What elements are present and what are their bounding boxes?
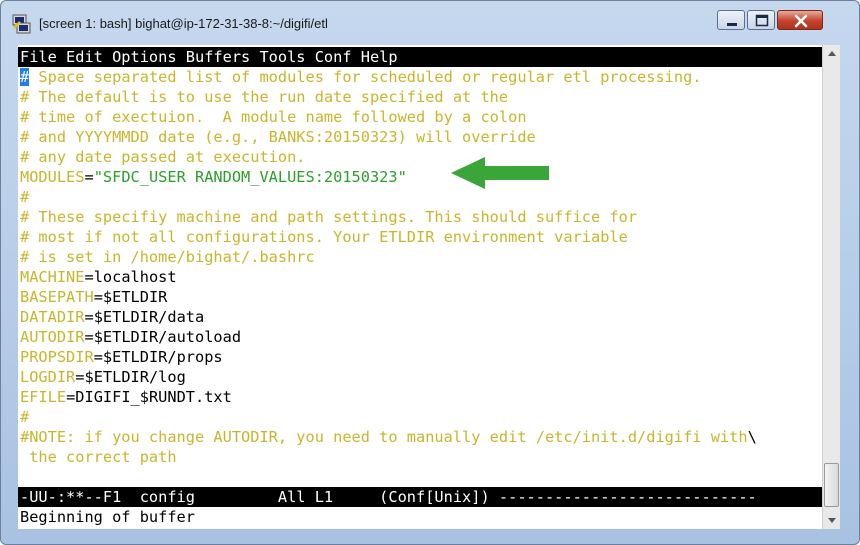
variable-name: DATADIR [20, 308, 85, 326]
maximize-button[interactable] [747, 10, 775, 30]
comment-text: # most if not all configurations. Your E… [20, 228, 628, 246]
scrollbar-thumb[interactable] [824, 463, 839, 507]
buffer-line[interactable]: # most if not all configurations. Your E… [20, 227, 628, 247]
variable-name: MODULES [20, 168, 85, 186]
minimize-button[interactable] [717, 10, 745, 30]
green-arrow-icon [451, 157, 549, 189]
variable-value: $ETLDIR/log [84, 368, 186, 386]
echo-area-text: Beginning of buffer [20, 508, 195, 526]
equals-sign: = [84, 308, 94, 326]
buffer-line[interactable]: MODULES="SFDC_USER RANDOM_VALUES:2015032… [20, 167, 407, 187]
emacs-buffer[interactable]: File Edit Options Buffers Tools Conf Hel… [18, 45, 822, 529]
echo-area: Beginning of buffer [18, 507, 822, 529]
buffer-line[interactable]: DATADIR=$ETLDIR/data [20, 307, 204, 327]
comment-text: Space separated list of modules for sche… [29, 68, 702, 86]
variable-value: $ETLDIR [102, 288, 168, 306]
window-title: [screen 1: bash] bighat@ip-172-31-38-8:~… [39, 16, 328, 31]
buffer-line[interactable]: # The default is to use the run date spe… [20, 87, 508, 107]
equals-sign: = [93, 348, 103, 366]
comment-text: # and YYYYMMDD date (e.g., BANKS:2015032… [20, 128, 536, 146]
buffer-line[interactable]: # [20, 407, 29, 427]
buffer-line[interactable]: the correct path [20, 447, 177, 467]
mode-line-text: -UU-:**--F1 config All L1 (Conf[Unix]) -… [20, 488, 757, 506]
buffer-line[interactable]: # and YYYYMMDD date (e.g., BANKS:2015032… [20, 127, 536, 147]
variable-name: PROPSDIR [20, 348, 94, 366]
buffer-line[interactable]: #NOTE: if you change AUTODIR, you need t… [20, 427, 757, 447]
equals-sign: = [93, 288, 103, 306]
scroll-up-arrow-icon[interactable] [823, 45, 841, 63]
string-value: "SFDC_USER RANDOM_VALUES:20150323" [93, 168, 407, 186]
buffer-line[interactable]: # Space separated list of modules for sc… [20, 67, 702, 87]
equals-sign: = [84, 268, 94, 286]
buffer-line[interactable]: BASEPATH=$ETLDIR [20, 287, 167, 307]
buffer-line[interactable]: # is set in /home/bighat/.bashrc [20, 247, 315, 267]
maximize-icon [755, 14, 769, 27]
comment-text: # any date passed at execution. [20, 148, 306, 166]
close-button[interactable] [777, 10, 823, 30]
comment-text: # [20, 408, 30, 426]
variable-name: EFILE [20, 388, 67, 406]
line-wrap-indicator: \ [747, 428, 757, 446]
variable-name: AUTODIR [20, 328, 85, 346]
mode-line: -UU-:**--F1 config All L1 (Conf[Unix]) -… [18, 487, 822, 507]
buffer-line[interactable]: PROPSDIR=$ETLDIR/props [20, 347, 223, 367]
buffer-line[interactable]: # These specifiy machine and path settin… [20, 207, 637, 227]
buffer-line[interactable]: AUTODIR=$ETLDIR/autoload [20, 327, 241, 347]
variable-name: MACHINE [20, 268, 85, 286]
variable-name: BASEPATH [20, 288, 94, 306]
terminal-window: [screen 1: bash] bighat@ip-172-31-38-8:~… [0, 0, 860, 545]
equals-sign: = [66, 388, 76, 406]
comment-text: # The default is to use the run date spe… [20, 88, 509, 106]
emacs-menu-bar[interactable]: File Edit Options Buffers Tools Conf Hel… [18, 47, 822, 67]
buffer-line[interactable]: # time of exectuion. A module name follo… [20, 107, 527, 127]
buffer-line[interactable]: # [20, 187, 29, 207]
comment-text: # time of exectuion. A module name follo… [20, 108, 527, 126]
equals-sign: = [84, 328, 94, 346]
comment-text: # These specifiy machine and path settin… [20, 208, 638, 226]
buffer-line[interactable]: EFILE=DIGIFI_$RUNDT.txt [20, 387, 232, 407]
variable-value: $ETLDIR/props [102, 348, 223, 366]
comment-text: # is set in /home/bighat/.bashrc [20, 248, 315, 266]
scroll-down-arrow-icon[interactable] [823, 511, 841, 529]
title-bar[interactable]: [screen 1: bash] bighat@ip-172-31-38-8:~… [1, 1, 859, 45]
comment-text: # [20, 188, 30, 206]
variable-value: localhost [93, 268, 177, 286]
text-cursor: # [20, 68, 30, 86]
close-icon [794, 14, 808, 28]
variable-name: LOGDIR [20, 368, 76, 386]
minimize-icon [727, 23, 737, 26]
comment-text: the correct path [20, 448, 177, 466]
buffer-line[interactable]: # any date passed at execution. [20, 147, 306, 167]
comment-text: #NOTE: if you change AUTODIR, you need t… [20, 428, 748, 446]
buffer-line[interactable]: LOGDIR=$ETLDIR/log [20, 367, 186, 387]
variable-value: $ETLDIR/autoload [93, 328, 242, 346]
buffer-line[interactable]: MACHINE=localhost [20, 267, 177, 287]
client-area: File Edit Options Buffers Tools Conf Hel… [18, 45, 840, 529]
variable-value: $ETLDIR/data [93, 308, 205, 326]
menu-bar-text[interactable]: File Edit Options Buffers Tools Conf Hel… [20, 47, 398, 67]
variable-value: DIGIFI_$RUNDT.txt [75, 388, 232, 406]
vertical-scrollbar[interactable] [822, 45, 840, 529]
equals-sign: = [84, 168, 94, 186]
putty-icon[interactable] [11, 14, 31, 34]
